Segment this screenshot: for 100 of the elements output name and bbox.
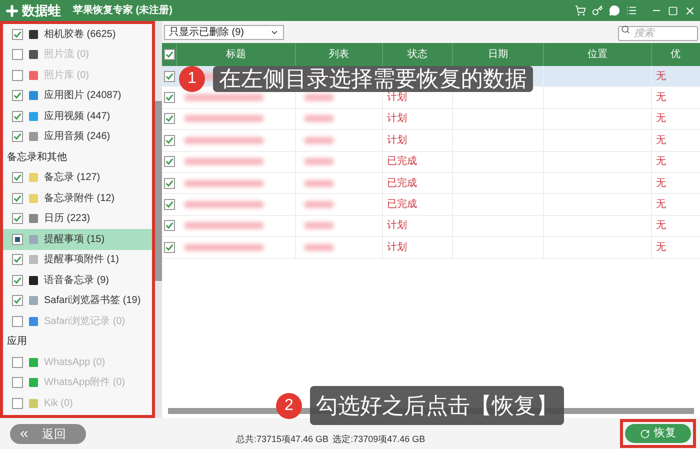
category-label: 备忘录 (127) xyxy=(44,170,100,186)
status-text: 已完成 xyxy=(387,198,417,212)
back-button[interactable]: 返回 xyxy=(10,424,86,444)
table-row[interactable]: 计划 无 xyxy=(162,130,700,152)
table-row[interactable]: 计划 无 xyxy=(162,216,700,238)
table-row[interactable]: 已完成 无 xyxy=(162,194,700,216)
scrollbar[interactable] xyxy=(155,21,162,418)
checkbox[interactable] xyxy=(12,90,23,102)
sidebar-item[interactable]: 语音备忘录 (9) xyxy=(3,270,152,290)
maximize-icon[interactable] xyxy=(668,6,678,16)
category-label: 日历 (223) xyxy=(44,212,90,226)
checkbox[interactable] xyxy=(12,234,23,245)
close-icon[interactable] xyxy=(684,4,696,16)
instruction-tooltip: 在左侧目录选择需要恢复的数据 xyxy=(213,66,533,92)
category-label: Kik (0) xyxy=(44,396,73,411)
table-row[interactable]: 计划 无 xyxy=(162,237,700,259)
checkbox[interactable] xyxy=(12,213,23,224)
checkbox[interactable] xyxy=(164,242,174,253)
checkbox[interactable] xyxy=(164,134,174,146)
priority-text: 无 xyxy=(656,240,666,255)
table-row[interactable]: 已完成 无 xyxy=(162,172,700,194)
category-icon xyxy=(29,378,38,388)
checkbox[interactable] xyxy=(164,178,174,189)
checkbox[interactable] xyxy=(12,274,23,286)
status-text: 计划 xyxy=(387,240,407,255)
category-label: WhatsApp附件 (0) xyxy=(44,376,126,390)
sidebar-item[interactable]: Safari浏览器书签 (19) xyxy=(3,290,152,311)
checkbox[interactable] xyxy=(12,172,23,184)
cart-icon[interactable] xyxy=(575,5,586,16)
category-label: WhatsApp (0) xyxy=(44,356,106,370)
priority-text: 无 xyxy=(656,155,666,170)
sidebar-item[interactable]: 应用图片 (24087) xyxy=(3,86,152,106)
sidebar-item[interactable]: 日历 (223) xyxy=(3,208,152,229)
checkbox[interactable] xyxy=(164,199,174,210)
checkbox[interactable] xyxy=(12,110,23,122)
checkbox[interactable] xyxy=(12,192,23,204)
search-icon xyxy=(621,25,630,34)
status-text: 计划 xyxy=(387,90,407,106)
checkbox[interactable] xyxy=(164,92,174,104)
category-icon xyxy=(29,214,38,224)
sidebar-item[interactable]: 应用音频 (246) xyxy=(3,126,152,147)
category-icon xyxy=(29,398,38,408)
checkbox[interactable] xyxy=(12,295,23,306)
category-label: 相机胶卷 (6625) xyxy=(44,28,116,42)
category-icon xyxy=(29,30,38,39)
category-icon xyxy=(29,255,38,264)
priority-text: 无 xyxy=(656,134,666,148)
list-icon[interactable] xyxy=(626,5,637,16)
category-label: 提醒事项 (15) xyxy=(44,232,105,247)
chat-icon[interactable] xyxy=(609,5,620,16)
refresh-icon xyxy=(640,428,650,438)
app-logo: 数据蛙 xyxy=(22,2,61,20)
status-text: 已完成 xyxy=(387,154,417,170)
status-text: 计划 xyxy=(387,112,407,126)
category-label: 照片库 (0) xyxy=(44,68,89,83)
checkbox[interactable] xyxy=(12,254,23,266)
sidebar-item[interactable]: 备忘录 (127) xyxy=(3,168,152,188)
priority-text: 无 xyxy=(656,219,666,234)
checkbox[interactable] xyxy=(164,220,174,232)
sidebar-item[interactable]: 相机胶卷 (6625) xyxy=(3,24,152,44)
status-text: 计划 xyxy=(387,218,407,234)
section-header: 应用 xyxy=(6,334,28,350)
category-icon xyxy=(29,194,38,203)
category-icon xyxy=(29,91,38,100)
status-total: 总共:73715项47.46 GB xyxy=(236,432,329,446)
sidebar-item[interactable]: 提醒事项附件 (1) xyxy=(3,250,152,270)
category-icon xyxy=(29,50,38,60)
category-icon xyxy=(29,173,38,182)
table-row[interactable]: 已完成 无 xyxy=(162,152,700,173)
category-label: 照片流 (0) xyxy=(44,48,89,62)
checkbox[interactable] xyxy=(12,131,23,142)
table-row[interactable]: 计划 无 xyxy=(162,108,700,130)
plus-icon xyxy=(4,2,20,18)
instruction-tooltip: 勾选好之后点击【恢复】 xyxy=(310,386,564,425)
checkbox[interactable] xyxy=(164,70,174,82)
sidebar-item[interactable]: 备忘录附件 (12) xyxy=(3,188,152,208)
sidebar-item[interactable]: 应用视频 (447) xyxy=(3,106,152,126)
priority-text: 无 xyxy=(656,176,666,191)
status-text: 计划 xyxy=(387,134,407,148)
category-icon xyxy=(29,296,38,306)
window-title: 苹果恢复专家 (未注册) xyxy=(73,3,172,18)
checkbox[interactable] xyxy=(164,49,174,60)
category-label: 应用视频 (447) xyxy=(44,110,110,124)
category-label: 提醒事项附件 (1) xyxy=(44,252,119,268)
search-field[interactable]: 搜索 xyxy=(618,26,698,41)
priority-text: 无 xyxy=(656,91,666,106)
checkbox[interactable] xyxy=(12,28,23,40)
priority-text: 无 xyxy=(656,112,666,126)
sidebar-item[interactable]: 提醒事项 (15) xyxy=(3,229,152,250)
category-icon xyxy=(29,316,38,326)
checkbox[interactable] xyxy=(164,113,174,124)
status-text: 已完成 xyxy=(387,176,417,191)
restore-button[interactable]: 恢复 xyxy=(625,424,691,443)
key-icon[interactable] xyxy=(592,5,603,16)
category-label: 应用图片 (24087) xyxy=(44,88,122,104)
checkbox[interactable] xyxy=(164,156,174,168)
section-header: 备忘录和其他 xyxy=(6,150,68,165)
category-icon xyxy=(29,234,38,244)
category-icon xyxy=(29,276,38,285)
filter-dropdown[interactable]: 只显示已删除 (9) xyxy=(164,24,284,40)
